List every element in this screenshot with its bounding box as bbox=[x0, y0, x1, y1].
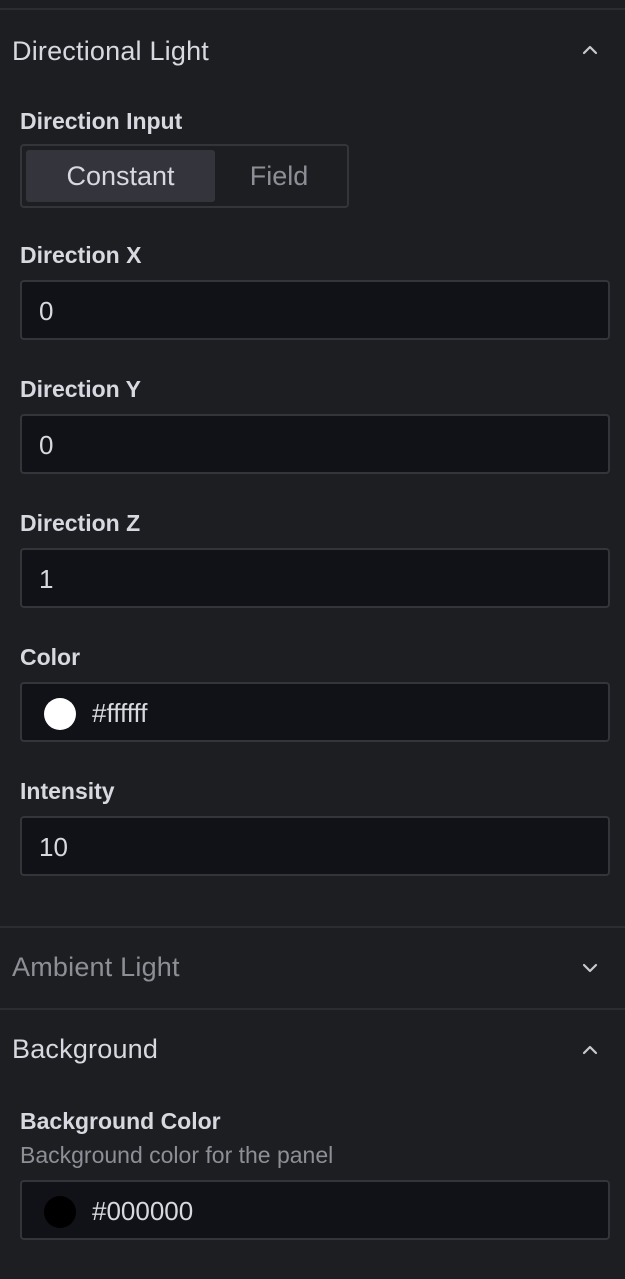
direction-x-value: 0 bbox=[39, 296, 54, 326]
background-color-picker-input[interactable]: #000000 bbox=[20, 1180, 610, 1240]
direction-input-radio-group: Constant Field bbox=[20, 144, 349, 208]
chevron-up-icon[interactable] bbox=[578, 1038, 602, 1062]
intensity-label: Intensity bbox=[20, 778, 115, 804]
direction-z-label: Direction Z bbox=[20, 510, 141, 536]
direction-input-label: Direction Input bbox=[20, 108, 183, 134]
background-color-label: Background Color bbox=[20, 1108, 221, 1134]
options-panel: Directional Light Direction Input Consta… bbox=[0, 0, 625, 1279]
direction-y-input[interactable]: 0 bbox=[20, 414, 610, 474]
section-title-directional-light: Directional Light bbox=[12, 36, 210, 66]
chevron-up-icon[interactable] bbox=[578, 38, 602, 62]
direction-y-value: 0 bbox=[39, 430, 54, 460]
intensity-value: 10 bbox=[39, 832, 68, 862]
direction-z-input[interactable]: 1 bbox=[20, 548, 610, 608]
color-value: #ffffff bbox=[92, 698, 148, 728]
background-color-description: Background color for the panel bbox=[20, 1142, 334, 1168]
chevron-down-icon[interactable] bbox=[578, 956, 602, 980]
directional-light-header[interactable]: Directional Light bbox=[0, 10, 625, 90]
section-title-ambient-light: Ambient Light bbox=[12, 952, 180, 982]
direction-input-option-constant[interactable]: Constant bbox=[26, 150, 215, 202]
intensity-input[interactable]: 10 bbox=[20, 816, 610, 876]
background-color-swatch[interactable] bbox=[44, 1196, 76, 1228]
background-color-value: #000000 bbox=[92, 1196, 194, 1226]
direction-input-option-field[interactable]: Field bbox=[215, 150, 343, 202]
direction-x-input[interactable]: 0 bbox=[20, 280, 610, 340]
color-picker-input[interactable]: #ffffff bbox=[20, 682, 610, 742]
direction-z-value: 1 bbox=[39, 564, 54, 594]
background-header[interactable]: Background bbox=[0, 1010, 625, 1090]
color-swatch[interactable] bbox=[44, 698, 76, 730]
section-title-background: Background bbox=[12, 1034, 159, 1064]
ambient-light-header[interactable]: Ambient Light bbox=[0, 928, 625, 1008]
color-label: Color bbox=[20, 644, 81, 670]
direction-x-label: Direction X bbox=[20, 242, 142, 268]
direction-y-label: Direction Y bbox=[20, 376, 141, 402]
